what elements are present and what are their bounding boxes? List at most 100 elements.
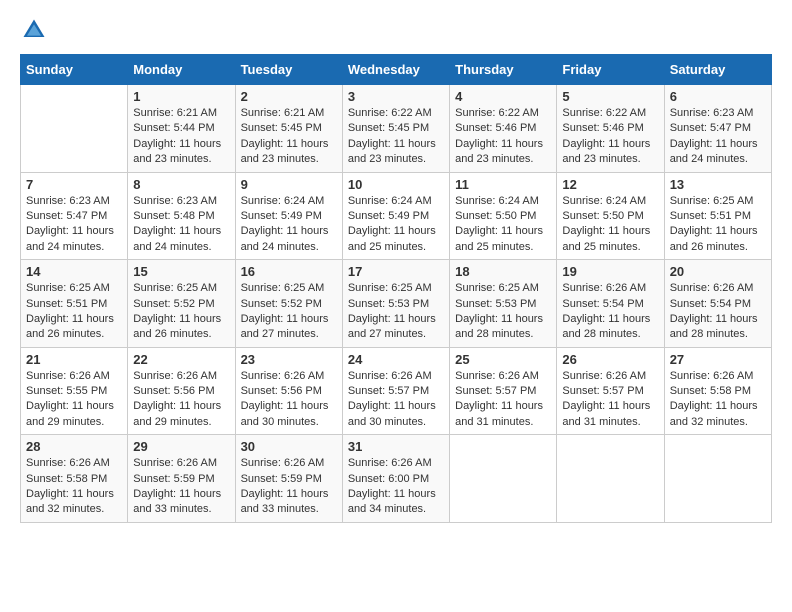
day-info: Sunrise: 6:26 AM Sunset: 6:00 PM Dayligh… [348,456,444,518]
calendar-cell: 7Sunrise: 6:23 AM Sunset: 5:47 PM Daylig… [21,172,128,260]
calendar-row: 28 Sunrise: 6:26 AM Sunset: 5:58 PM Dayli… [21,435,772,523]
calendar-cell: 10 Sunrise: 6:24 AM Sunset: 5:49 PM Dayli… [342,172,449,260]
calendar-cell: 4 Sunrise: 6:22 AM Sunset: 5:46 PM Daylig… [450,85,557,173]
day-number: 8 [133,177,229,192]
page-header [20,20,772,44]
day-info: Sunrise: 6:22 AM Sunset: 5:46 PM Dayligh… [562,106,658,168]
calendar-cell: 29Sunrise: 6:26 AM Sunset: 5:59 PM Dayli… [128,435,235,523]
day-number: 13 [670,177,766,192]
day-info: Sunrise: 6:26 AM Sunset: 5:56 PM Dayligh… [241,369,337,431]
day-number: 3 [348,89,444,104]
day-number: 29 [133,439,229,454]
day-info: Sunrise: 6:26 AM Sunset: 5:58 PM Dayligh… [26,456,122,518]
calendar-row: 1 Sunrise: 6:21 AM Sunset: 5:44 PM Daylig… [21,85,772,173]
day-number: 19 [562,264,658,279]
day-number: 2 [241,89,337,104]
day-number: 17 [348,264,444,279]
calendar-cell: 5 Sunrise: 6:22 AM Sunset: 5:46 PM Daylig… [557,85,664,173]
calendar-cell: 15 Sunrise: 6:25 AM Sunset: 5:52 PM Dayli… [128,260,235,348]
day-info: Sunrise: 6:23 AM Sunset: 5:48 PM Dayligh… [133,194,229,256]
calendar-cell: 19 Sunrise: 6:26 AM Sunset: 5:54 PM Dayli… [557,260,664,348]
calendar-cell: 27 Sunrise: 6:26 AM Sunset: 5:58 PM Dayli… [664,347,771,435]
weekday-header: Sunday [21,55,128,85]
calendar-cell: 1 Sunrise: 6:21 AM Sunset: 5:44 PM Daylig… [128,85,235,173]
weekday-header: Wednesday [342,55,449,85]
calendar-table: SundayMondayTuesdayWednesdayThursdayFrid… [20,54,772,523]
day-number: 15 [133,264,229,279]
calendar-cell: 16Sunrise: 6:25 AM Sunset: 5:52 PM Dayli… [235,260,342,348]
day-info: Sunrise: 6:22 AM Sunset: 5:46 PM Dayligh… [455,106,551,168]
day-info: Sunrise: 6:26 AM Sunset: 5:57 PM Dayligh… [455,369,551,431]
calendar-row: 7Sunrise: 6:23 AM Sunset: 5:47 PM Daylig… [21,172,772,260]
calendar-cell: 30 Sunrise: 6:26 AM Sunset: 5:59 PM Dayli… [235,435,342,523]
header-row: SundayMondayTuesdayWednesdayThursdayFrid… [21,55,772,85]
calendar-row: 21 Sunrise: 6:26 AM Sunset: 5:55 PM Dayli… [21,347,772,435]
day-number: 25 [455,352,551,367]
logo-icon [20,16,48,44]
calendar-cell: 20Sunrise: 6:26 AM Sunset: 5:54 PM Dayli… [664,260,771,348]
day-number: 30 [241,439,337,454]
day-number: 7 [26,177,122,192]
calendar-cell [21,85,128,173]
day-number: 28 [26,439,122,454]
calendar-cell [664,435,771,523]
day-number: 26 [562,352,658,367]
calendar-cell: 22Sunrise: 6:26 AM Sunset: 5:56 PM Dayli… [128,347,235,435]
calendar-row: 14Sunrise: 6:25 AM Sunset: 5:51 PM Dayli… [21,260,772,348]
calendar-cell: 9Sunrise: 6:24 AM Sunset: 5:49 PM Daylig… [235,172,342,260]
day-number: 9 [241,177,337,192]
calendar-cell: 28 Sunrise: 6:26 AM Sunset: 5:58 PM Dayli… [21,435,128,523]
day-info: Sunrise: 6:25 AM Sunset: 5:51 PM Dayligh… [26,281,122,343]
day-info: Sunrise: 6:26 AM Sunset: 5:58 PM Dayligh… [670,369,766,431]
calendar-cell: 11Sunrise: 6:24 AM Sunset: 5:50 PM Dayli… [450,172,557,260]
calendar-cell: 21 Sunrise: 6:26 AM Sunset: 5:55 PM Dayli… [21,347,128,435]
calendar-cell: 26 Sunrise: 6:26 AM Sunset: 5:57 PM Dayli… [557,347,664,435]
day-info: Sunrise: 6:26 AM Sunset: 5:55 PM Dayligh… [26,369,122,431]
day-info: Sunrise: 6:26 AM Sunset: 5:57 PM Dayligh… [348,369,444,431]
day-info: Sunrise: 6:26 AM Sunset: 5:56 PM Dayligh… [133,369,229,431]
day-info: Sunrise: 6:22 AM Sunset: 5:45 PM Dayligh… [348,106,444,168]
day-info: Sunrise: 6:26 AM Sunset: 5:57 PM Dayligh… [562,369,658,431]
day-number: 21 [26,352,122,367]
calendar-cell: 24 Sunrise: 6:26 AM Sunset: 5:57 PM Dayli… [342,347,449,435]
day-info: Sunrise: 6:26 AM Sunset: 5:59 PM Dayligh… [241,456,337,518]
day-info: Sunrise: 6:24 AM Sunset: 5:49 PM Dayligh… [348,194,444,256]
day-number: 31 [348,439,444,454]
calendar-cell: 17 Sunrise: 6:25 AM Sunset: 5:53 PM Dayli… [342,260,449,348]
weekday-header: Monday [128,55,235,85]
day-number: 5 [562,89,658,104]
day-number: 1 [133,89,229,104]
day-number: 10 [348,177,444,192]
day-number: 16 [241,264,337,279]
calendar-cell: 23 Sunrise: 6:26 AM Sunset: 5:56 PM Dayli… [235,347,342,435]
day-info: Sunrise: 6:26 AM Sunset: 5:54 PM Dayligh… [562,281,658,343]
calendar-cell: 14Sunrise: 6:25 AM Sunset: 5:51 PM Dayli… [21,260,128,348]
day-number: 18 [455,264,551,279]
day-info: Sunrise: 6:23 AM Sunset: 5:47 PM Dayligh… [670,106,766,168]
day-info: Sunrise: 6:24 AM Sunset: 5:50 PM Dayligh… [455,194,551,256]
calendar-header: SundayMondayTuesdayWednesdayThursdayFrid… [21,55,772,85]
calendar-body: 1 Sunrise: 6:21 AM Sunset: 5:44 PM Daylig… [21,85,772,523]
weekday-header: Thursday [450,55,557,85]
calendar-cell: 6 Sunrise: 6:23 AM Sunset: 5:47 PM Daylig… [664,85,771,173]
day-info: Sunrise: 6:21 AM Sunset: 5:44 PM Dayligh… [133,106,229,168]
day-number: 24 [348,352,444,367]
calendar-cell: 3 Sunrise: 6:22 AM Sunset: 5:45 PM Daylig… [342,85,449,173]
logo [20,20,52,44]
weekday-header: Tuesday [235,55,342,85]
calendar-cell [557,435,664,523]
day-number: 23 [241,352,337,367]
day-number: 6 [670,89,766,104]
calendar-cell: 12Sunrise: 6:24 AM Sunset: 5:50 PM Dayli… [557,172,664,260]
day-info: Sunrise: 6:25 AM Sunset: 5:52 PM Dayligh… [133,281,229,343]
day-info: Sunrise: 6:26 AM Sunset: 5:54 PM Dayligh… [670,281,766,343]
calendar-cell [450,435,557,523]
weekday-header: Saturday [664,55,771,85]
calendar-cell: 18Sunrise: 6:25 AM Sunset: 5:53 PM Dayli… [450,260,557,348]
weekday-header: Friday [557,55,664,85]
day-number: 27 [670,352,766,367]
day-number: 4 [455,89,551,104]
day-info: Sunrise: 6:25 AM Sunset: 5:53 PM Dayligh… [348,281,444,343]
calendar-cell: 25 Sunrise: 6:26 AM Sunset: 5:57 PM Dayli… [450,347,557,435]
calendar-cell: 2Sunrise: 6:21 AM Sunset: 5:45 PM Daylig… [235,85,342,173]
